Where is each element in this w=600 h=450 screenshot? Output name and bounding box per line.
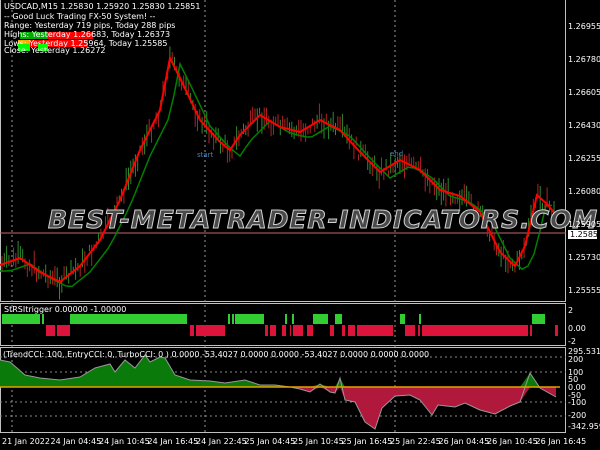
price-tick: 1.26605 bbox=[568, 88, 600, 97]
stoch-bull-bar bbox=[400, 314, 405, 324]
stoch-bull-bar bbox=[532, 314, 545, 324]
ma-fast-line bbox=[0, 54, 557, 284]
stoch-bull-bar bbox=[232, 314, 234, 324]
stoch-bull-bar bbox=[2, 314, 40, 324]
cci-title: (TrendCCI: 100, EntryCCI: 0, TurboCCI: 0… bbox=[3, 350, 430, 359]
time-tick: 24 Jan 10:45 bbox=[99, 437, 150, 446]
range-line: Range: Yesterday 719 pips, Today 288 pip… bbox=[4, 21, 176, 30]
stoch-bear-bar bbox=[357, 325, 393, 336]
stoch-bull-bar bbox=[292, 314, 294, 324]
cci-tick: -100 bbox=[568, 398, 587, 407]
price-tick: 1.25555 bbox=[568, 286, 600, 295]
stoch-bear-bar bbox=[422, 325, 528, 336]
price-tick: 1.26430 bbox=[568, 121, 600, 130]
stoch-bull-bar bbox=[335, 314, 342, 324]
stoch-axis-bottom: -2 bbox=[568, 337, 576, 346]
cci-positive-area bbox=[0, 355, 556, 387]
time-tick: 25 Jan 22:45 bbox=[390, 437, 441, 446]
stoch-bear-bar bbox=[307, 325, 313, 336]
stoch-bear-bar bbox=[46, 325, 55, 336]
stoch-axis-mid: 0.00 bbox=[568, 324, 586, 333]
time-tick: 26 Jan 10:45 bbox=[487, 437, 538, 446]
stoch-bull-bar bbox=[70, 314, 187, 324]
stoch-bear-bar bbox=[57, 325, 70, 336]
time-tick: 25 Jan 04:45 bbox=[244, 437, 296, 446]
price-tick: 1.25905 bbox=[568, 220, 600, 229]
stoch-bear-bar bbox=[418, 325, 420, 336]
price-tick: 1.26955 bbox=[568, 22, 600, 31]
candles bbox=[1, 46, 555, 300]
cci-tick: -200 bbox=[568, 411, 587, 420]
price-tick: 1.26780 bbox=[568, 55, 600, 64]
time-tick: 26 Jan 04:45 bbox=[438, 437, 490, 446]
stoch-bear-bar bbox=[196, 325, 225, 336]
stoch-bull-bar bbox=[228, 314, 230, 324]
stoch-bear-bar bbox=[330, 325, 334, 336]
stoch-bear-bar bbox=[555, 325, 558, 336]
system-name: -- Good Luck Trading FX-50 System! -- bbox=[4, 12, 156, 21]
price-tick: 1.26255 bbox=[568, 154, 600, 163]
stoch-axis-top: 2 bbox=[568, 306, 574, 315]
time-tick: 24 Jan 16:45 bbox=[147, 437, 199, 446]
stoch-bull-bar bbox=[285, 314, 287, 324]
end-label: end bbox=[390, 150, 404, 158]
cci-tick: 200 bbox=[568, 355, 584, 364]
time-tick: 25 Jan 16:45 bbox=[341, 437, 393, 446]
stoch-bear-bar bbox=[293, 325, 303, 336]
watermark: BEST-METATRADER-INDICATORS.COM bbox=[47, 205, 599, 235]
time-tick: 26 Jan 16:45 bbox=[535, 437, 587, 446]
stoch-bear-bar bbox=[342, 325, 345, 336]
stoch-bear-bar bbox=[270, 325, 276, 336]
highs-line: Highs: Yesterday 1.26683, Today 1.26373 bbox=[4, 30, 171, 39]
time-tick: 24 Jan 22:45 bbox=[196, 437, 247, 446]
stoch-bear-bar bbox=[530, 325, 532, 336]
stoch-bear-bar bbox=[405, 325, 415, 336]
stoch-bear-bar bbox=[265, 325, 268, 336]
close-line: Close: Yesterday 1.26272 bbox=[4, 46, 106, 55]
stoch-bear-bar bbox=[290, 325, 291, 336]
current-price-label: 1.25851 bbox=[567, 229, 600, 240]
stoch-bars bbox=[2, 314, 558, 336]
time-tick: 21 Jan 2022 bbox=[2, 437, 50, 446]
stoch-bull-bar bbox=[235, 314, 264, 324]
cci-negative-area bbox=[0, 387, 556, 429]
stoch-bull-bar bbox=[419, 314, 421, 324]
stoch-bear-bar bbox=[348, 325, 355, 336]
symbol-line: USDCAD,M15 1.25830 1.25920 1.25830 1.258… bbox=[4, 2, 201, 11]
time-tick: 25 Jan 10:45 bbox=[293, 437, 344, 446]
price-tick: 1.25730 bbox=[568, 253, 600, 262]
stoch-bull-bar bbox=[313, 314, 328, 324]
stoch-title: StRSItrigger 0.00000 -1.00000 bbox=[4, 305, 127, 314]
stoch-bear-bar bbox=[282, 325, 286, 336]
cci-tick: -342.959 bbox=[568, 422, 600, 431]
price-tick: 1.26080 bbox=[568, 187, 600, 196]
start-label: start bbox=[197, 151, 214, 159]
stoch-bull-bar bbox=[42, 314, 44, 324]
stoch-bear-bar bbox=[190, 325, 194, 336]
time-tick: 24 Jan 04:45 bbox=[50, 437, 102, 446]
